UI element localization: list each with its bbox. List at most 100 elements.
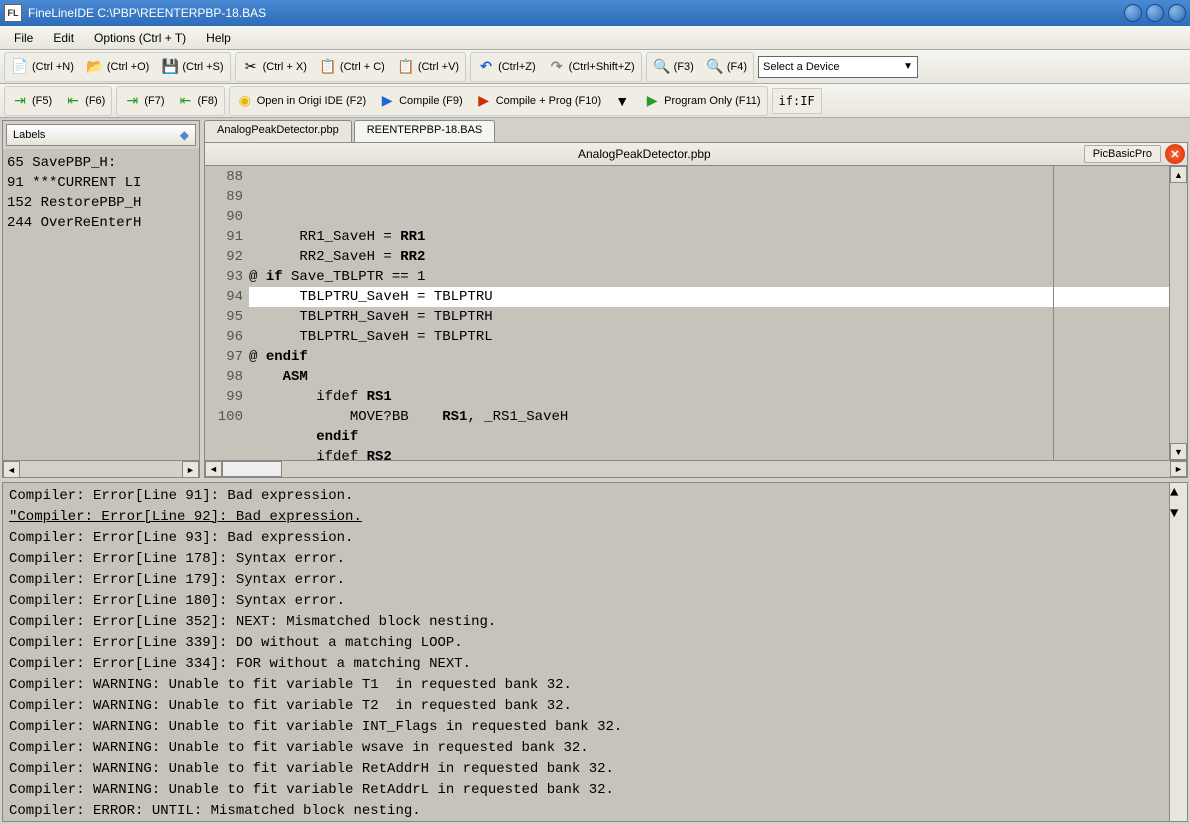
device-select[interactable]: Select a Device ▼ xyxy=(758,56,918,78)
indent-left-button-f5[interactable]: ⇥(F5) xyxy=(6,88,57,114)
minimize-button[interactable] xyxy=(1124,4,1142,22)
code-line[interactable]: ifdef RS1 xyxy=(249,387,1169,407)
if-indicator: if:IF xyxy=(772,88,822,114)
cut-button[interactable]: ✂(Ctrl + X) xyxy=(237,54,312,80)
code-line[interactable]: RR2_SaveH = RR2 xyxy=(249,247,1169,267)
app-icon: FL xyxy=(4,4,22,22)
scroll-right-icon[interactable]: ► xyxy=(182,461,199,478)
editor-tab[interactable]: AnalogPeakDetector.pbp xyxy=(204,120,352,142)
code-line[interactable]: TBLPTRH_SaveH = TBLPTRH xyxy=(249,307,1169,327)
labels-panel: Labels ◆ 65 SavePBP_H:91 ***CURRENT LI15… xyxy=(2,120,200,478)
search-icon: 🔍 xyxy=(653,58,671,76)
dropdown-button[interactable]: ▼ xyxy=(608,88,636,114)
output-line: Compiler: WARNING: Unable to fit variabl… xyxy=(9,717,1181,738)
close-icon: ✕ xyxy=(1170,148,1179,161)
labels-item[interactable]: 244 OverReEnterH xyxy=(7,213,195,233)
menu-bar: File Edit Options (Ctrl + T) Help xyxy=(0,26,1190,50)
code-line[interactable]: TBLPTRU_SaveH = TBLPTRU xyxy=(249,287,1169,307)
editor-tab[interactable]: REENTERPBP-18.BAS xyxy=(354,120,496,142)
scroll-up-icon[interactable]: ▲ xyxy=(1170,166,1187,183)
undo-button[interactable]: ↶(Ctrl+Z) xyxy=(472,54,541,80)
scroll-right-icon[interactable]: ► xyxy=(1170,461,1187,477)
output-line: Compiler: Error[Line 178]: Syntax error. xyxy=(9,549,1181,570)
language-button[interactable]: PicBasicPro xyxy=(1084,145,1161,163)
compiler-output[interactable]: Compiler: Error[Line 91]: Bad expression… xyxy=(2,482,1188,822)
margin-line xyxy=(1053,166,1054,460)
output-line: Compiler: WARNING: Unable to fit variabl… xyxy=(9,696,1181,717)
menu-options[interactable]: Options (Ctrl + T) xyxy=(84,28,196,48)
output-vscrollbar[interactable]: ▲ ▼ xyxy=(1169,483,1187,821)
output-line: Compiler: WARNING: Unable to fit variabl… xyxy=(9,738,1181,759)
play-blue-icon: ▶ xyxy=(378,92,396,110)
output-line: Compiler: WARNING: Unable to fit variabl… xyxy=(9,675,1181,696)
scroll-down-icon[interactable]: ▼ xyxy=(1170,504,1187,525)
find-button[interactable]: 🔍(F3) xyxy=(648,54,699,80)
output-line: "Compiler: Error[Line 92]: Bad expressio… xyxy=(9,507,1181,528)
close-window-button[interactable] xyxy=(1168,4,1186,22)
labels-item[interactable]: 65 SavePBP_H: xyxy=(7,153,195,173)
file-header: AnalogPeakDetector.pbp PicBasicPro ✕ xyxy=(204,142,1188,166)
save-file-button[interactable]: 💾(Ctrl +S) xyxy=(156,54,228,80)
program-only-button[interactable]: ▶Program Only (F11) xyxy=(638,88,765,114)
scroll-left-icon[interactable]: ◄ xyxy=(205,461,222,477)
find-next-button[interactable]: 🔍(F4) xyxy=(701,54,752,80)
scissors-icon: ✂ xyxy=(242,58,260,76)
paste-icon: 📋 xyxy=(397,58,415,76)
editor-hscrollbar[interactable]: ◄ ► xyxy=(204,461,1188,478)
code-line[interactable]: ASM xyxy=(249,367,1169,387)
output-line: Compiler: Error[Line 352]: NEXT: Mismatc… xyxy=(9,612,1181,633)
maximize-button[interactable] xyxy=(1146,4,1164,22)
compile-button[interactable]: ▶Compile (F9) xyxy=(373,88,468,114)
labels-item[interactable]: 91 ***CURRENT LI xyxy=(7,173,195,193)
code-lines[interactable]: RR1_SaveH = RR1 RR2_SaveH = RR2@ if Save… xyxy=(249,166,1169,460)
editor-vscrollbar[interactable]: ▲ ▼ xyxy=(1169,166,1187,460)
menu-edit[interactable]: Edit xyxy=(43,28,84,48)
compile-prog-button[interactable]: ▶Compile + Prog (F10) xyxy=(470,88,606,114)
code-line[interactable]: endif xyxy=(249,427,1169,447)
code-editor[interactable]: 888990919293949596979899100 RR1_SaveH = … xyxy=(204,166,1188,461)
copy-button[interactable]: 📋(Ctrl + C) xyxy=(314,54,390,80)
labels-list[interactable]: 65 SavePBP_H:91 ***CURRENT LI152 Restore… xyxy=(3,149,199,460)
paste-button[interactable]: 📋(Ctrl +V) xyxy=(392,54,464,80)
scroll-left-icon[interactable]: ◄ xyxy=(3,461,20,478)
code-line[interactable]: @ if Save_TBLPTR == 1 xyxy=(249,267,1169,287)
redo-icon: ↷ xyxy=(548,58,566,76)
device-select-text: Select a Device xyxy=(763,61,839,73)
code-line[interactable]: MOVE?BB RS1, _RS1_SaveH xyxy=(249,407,1169,427)
uncomment-button-f8[interactable]: ⇤(F8) xyxy=(172,88,223,114)
play-red-icon: ▶ xyxy=(475,92,493,110)
scroll-down-icon[interactable]: ▼ xyxy=(1170,443,1187,460)
code-line[interactable]: ifdef RS2 xyxy=(249,447,1169,460)
indent-icon: ⇥ xyxy=(11,92,29,110)
output-line: Compiler: WARNING: Unable to fit variabl… xyxy=(9,759,1181,780)
scroll-thumb[interactable] xyxy=(222,461,282,477)
scroll-up-icon[interactable]: ▲ xyxy=(1170,483,1187,504)
outdent-icon: ⇤ xyxy=(64,92,82,110)
undo-icon: ↶ xyxy=(477,58,495,76)
labels-header[interactable]: Labels ◆ xyxy=(6,124,196,146)
diamond-icon: ◆ xyxy=(180,128,189,142)
indent-icon: ⇥ xyxy=(123,92,141,110)
play-green-icon: ▶ xyxy=(643,92,661,110)
outdent-icon: ⇤ xyxy=(177,92,195,110)
open-folder-icon: 📂 xyxy=(86,58,104,76)
labels-item[interactable]: 152 RestorePBP_H xyxy=(7,193,195,213)
new-file-button[interactable]: 📄(Ctrl +N) xyxy=(6,54,79,80)
search-next-icon: 🔍 xyxy=(706,58,724,76)
open-file-button[interactable]: 📂(Ctrl +O) xyxy=(81,54,154,80)
redo-button[interactable]: ↷(Ctrl+Shift+Z) xyxy=(543,54,640,80)
close-file-button[interactable]: ✕ xyxy=(1165,144,1185,164)
file-name: AnalogPeakDetector.pbp xyxy=(205,147,1084,161)
labels-header-text: Labels xyxy=(13,129,45,141)
chevron-down-icon: ▼ xyxy=(613,92,631,110)
menu-help[interactable]: Help xyxy=(196,28,241,48)
code-line[interactable]: TBLPTRL_SaveH = TBLPTRL xyxy=(249,327,1169,347)
code-line[interactable]: RR1_SaveH = RR1 xyxy=(249,227,1169,247)
menu-file[interactable]: File xyxy=(4,28,43,48)
labels-hscrollbar[interactable]: ◄ ► xyxy=(3,460,199,477)
output-line: Compiler: Error[Line 339]: DO without a … xyxy=(9,633,1181,654)
indent-right-button-f6[interactable]: ⇤(F6) xyxy=(59,88,110,114)
open-origi-ide-button[interactable]: ◉Open in Origi IDE (F2) xyxy=(231,88,371,114)
code-line[interactable]: @ endif xyxy=(249,347,1169,367)
comment-button-f7[interactable]: ⇥(F7) xyxy=(118,88,169,114)
